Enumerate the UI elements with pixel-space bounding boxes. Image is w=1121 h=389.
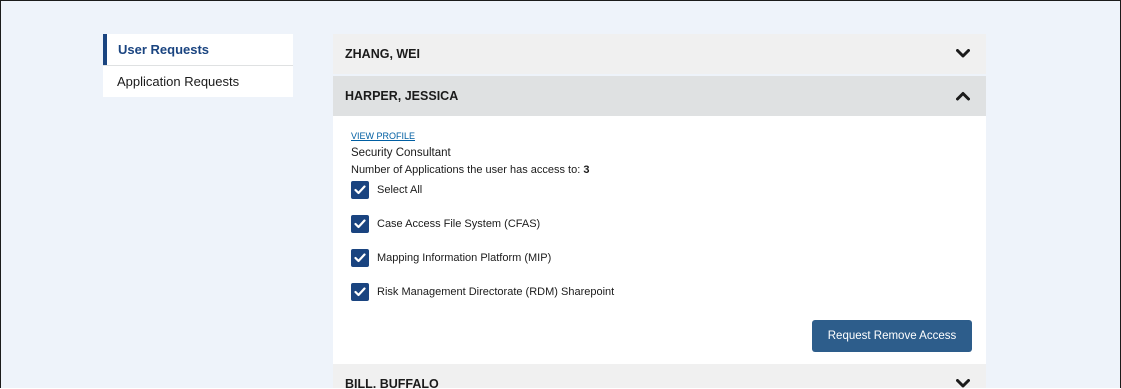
user-role: Security Consultant: [351, 147, 451, 159]
application-checkbox-cfas[interactable]: Case Access File System (CFAS): [351, 215, 972, 233]
application-checkbox-rdm-sharepoint[interactable]: Risk Management Directorate (RDM) Sharep…: [351, 283, 972, 301]
checkmark-icon: [351, 249, 369, 267]
application-count: Number of Applications the user has acce…: [351, 164, 972, 176]
application-checkbox-mip[interactable]: Mapping Information Platform (MIP): [351, 249, 972, 267]
chevron-down-icon: [956, 47, 970, 61]
application-count-value: 3: [583, 164, 590, 176]
checkbox-label: Case Access File System (CFAS): [377, 218, 541, 230]
accordion-user-name: ZHANG, WEI: [345, 47, 420, 61]
checkmark-icon: [351, 181, 369, 199]
accordion-header-bill-buffalo[interactable]: BILL, BUFFALO: [333, 364, 986, 388]
checkbox-label: Mapping Information Platform (MIP): [377, 252, 552, 264]
sidenav-item-label: Application Requests: [117, 74, 240, 89]
accordion-user-name: HARPER, JESSICA: [345, 89, 459, 103]
view-profile-link[interactable]: VIEW PROFILE: [351, 131, 415, 141]
chevron-down-icon: [956, 377, 970, 388]
sidenav-item-label: User Requests: [118, 42, 210, 57]
accordion-header-harper-jessica[interactable]: HARPER, JESSICA: [333, 76, 986, 116]
page-frame: User Requests Application Requests ZHANG…: [0, 0, 1121, 388]
user-accordion: ZHANG, WEI HARPER, JESSICA VIEW PROFILE …: [333, 34, 986, 388]
checkmark-icon: [351, 283, 369, 301]
accordion-header-zhang-wei[interactable]: ZHANG, WEI: [333, 34, 986, 74]
checkmark-icon: [351, 215, 369, 233]
sidenav-item-user-requests[interactable]: User Requests: [103, 34, 293, 65]
select-all-checkbox[interactable]: Select All: [351, 181, 972, 199]
request-remove-access-button[interactable]: Request Remove Access: [812, 320, 972, 352]
application-count-label: Number of Applications the user has acce…: [351, 164, 581, 176]
accordion-user-name: BILL, BUFFALO: [345, 377, 439, 388]
accordion-panel-harper-jessica: VIEW PROFILE Security Consultant Number …: [333, 116, 986, 364]
checkbox-label: Select All: [377, 184, 423, 196]
side-navigation: User Requests Application Requests: [103, 34, 293, 97]
chevron-up-icon: [956, 89, 970, 103]
checkbox-label: Risk Management Directorate (RDM) Sharep…: [377, 286, 615, 298]
sidenav-item-application-requests[interactable]: Application Requests: [103, 65, 293, 97]
